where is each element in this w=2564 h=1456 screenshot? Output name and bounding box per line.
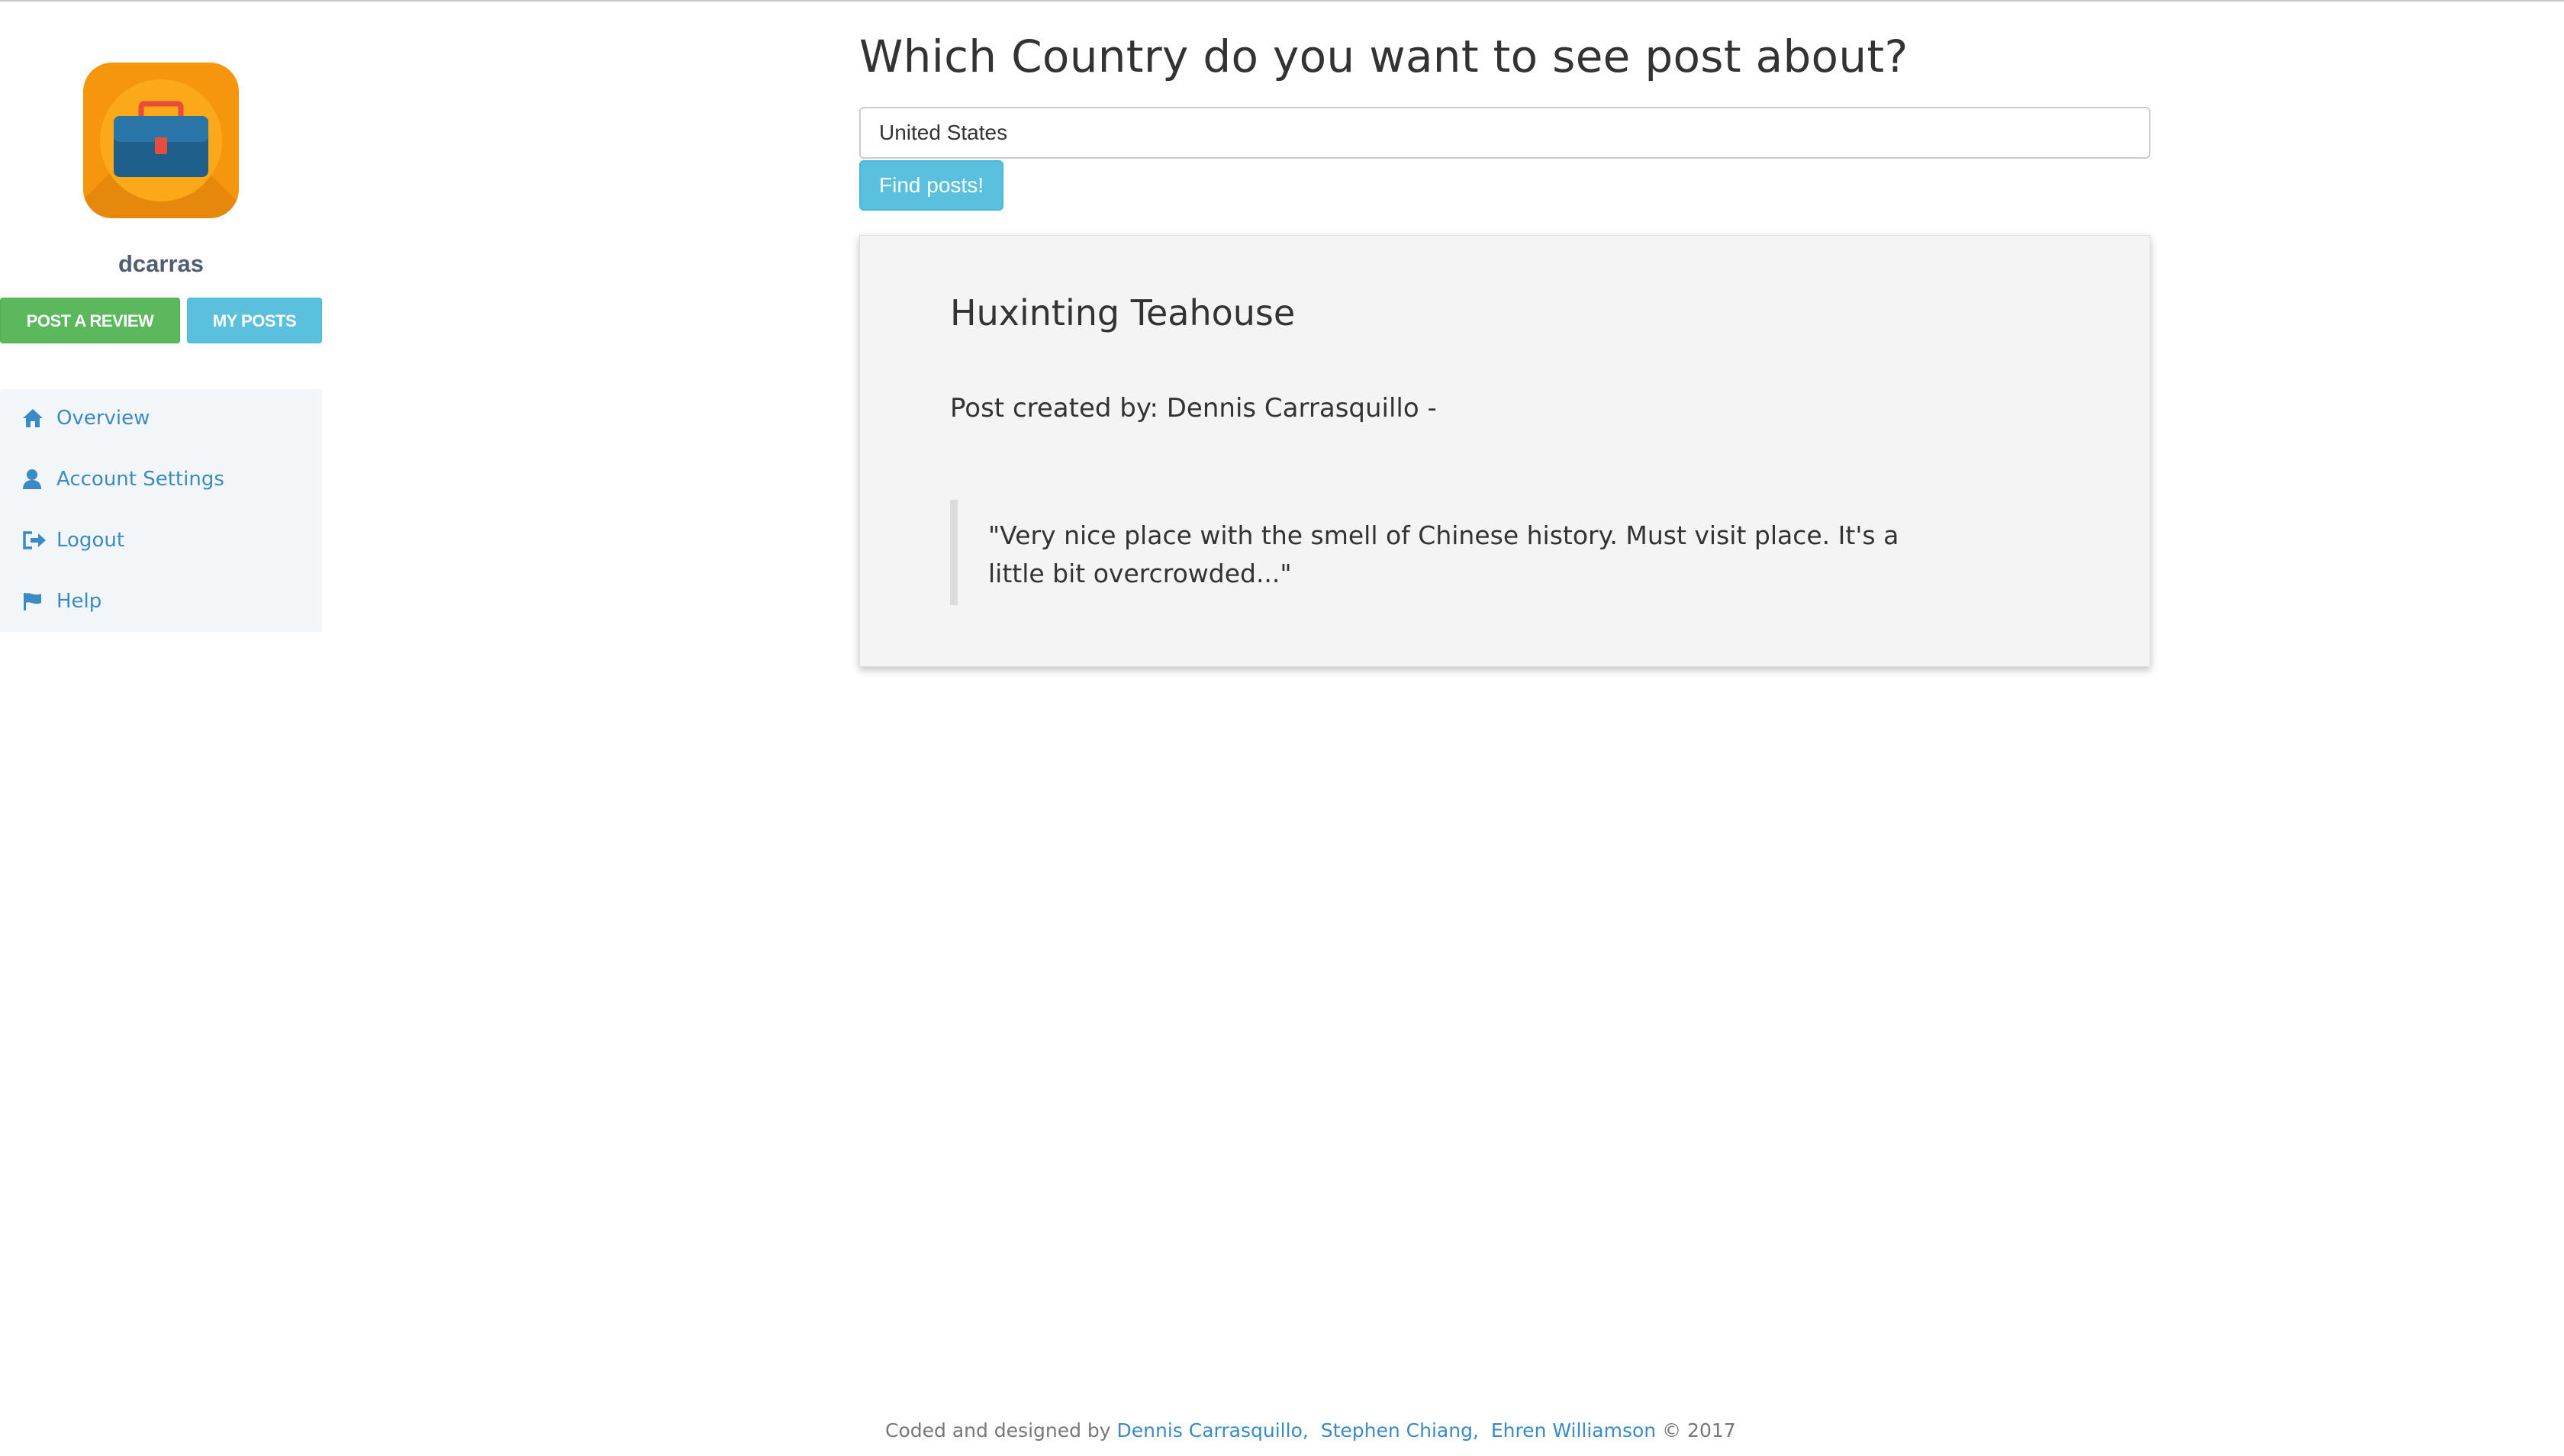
username: dcarras (118, 250, 205, 277)
sidebar-item-label: Help (56, 590, 102, 613)
footer-author-link[interactable]: Stephen Chiang, (1321, 1419, 1479, 1442)
sidebar-item-label: Logout (56, 529, 125, 552)
page: dcarras POST A REVIEW MY POSTS Overview (0, 0, 2564, 1456)
post-card: Huxinting Teahouse Post created by: Denn… (859, 235, 2150, 667)
post-quote-text: "Very nice place with the smell of Chine… (988, 520, 1899, 588)
sidebar-item-overview[interactable]: Overview (21, 403, 150, 433)
briefcase-icon (114, 101, 208, 177)
sidebar-item-label: Overview (56, 407, 150, 430)
country-input[interactable] (859, 107, 2150, 159)
logout-icon (21, 530, 52, 551)
sidebar-nav: Overview Account Settings Logout Help (0, 389, 322, 632)
flag-icon (21, 591, 52, 612)
find-posts-button[interactable]: Find posts! (859, 160, 1003, 211)
sidebar-item-help[interactable]: Help (21, 586, 101, 617)
my-posts-button[interactable]: MY POSTS (187, 298, 322, 343)
user-icon (21, 469, 52, 490)
footer-prefix: Coded and designed by (885, 1419, 1111, 1442)
page-title: Which Country do you want to see post ab… (859, 31, 1909, 82)
footer-author-link[interactable]: Dennis Carrasquillo, (1117, 1419, 1309, 1442)
footer-author-link[interactable]: Ehren Williamson (1491, 1419, 1656, 1442)
post-title: Huxinting Teahouse (950, 292, 1296, 333)
sidebar-item-account-settings[interactable]: Account Settings (21, 464, 224, 494)
post-quote: "Very nice place with the smell of Chine… (950, 500, 1942, 605)
home-icon (21, 407, 52, 429)
footer-copyright: © 2017 (1662, 1419, 1736, 1442)
footer: Coded and designed by Dennis Carrasquill… (885, 1419, 1736, 1442)
sidebar-item-logout[interactable]: Logout (21, 525, 124, 556)
sidebar-item-label: Account Settings (56, 468, 224, 491)
post-review-button[interactable]: POST A REVIEW (0, 298, 180, 343)
app-logo (83, 63, 239, 218)
post-author: Post created by: Dennis Carrasquillo - (950, 393, 1437, 424)
